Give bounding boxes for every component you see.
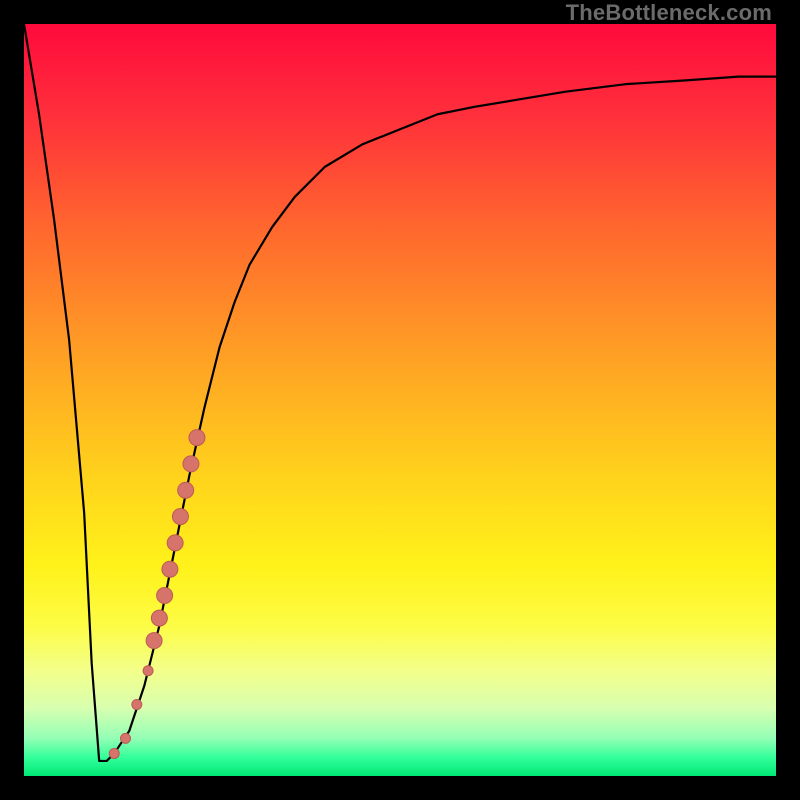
curve-marker: [109, 748, 119, 758]
curve-marker: [121, 733, 131, 743]
curve-marker: [183, 456, 199, 472]
curve-marker: [189, 430, 205, 446]
bottleneck-chart: [24, 24, 776, 776]
curve-marker: [162, 561, 178, 577]
curve-marker: [178, 482, 194, 498]
curve-marker: [151, 610, 167, 626]
curve-marker: [146, 633, 162, 649]
curve-marker: [143, 666, 153, 676]
watermark-text: TheBottleneck.com: [566, 0, 772, 26]
curve-marker: [132, 700, 142, 710]
chart-background: [24, 24, 776, 776]
chart-frame: [24, 24, 776, 776]
curve-marker: [172, 509, 188, 525]
curve-marker: [157, 588, 173, 604]
curve-marker: [167, 535, 183, 551]
